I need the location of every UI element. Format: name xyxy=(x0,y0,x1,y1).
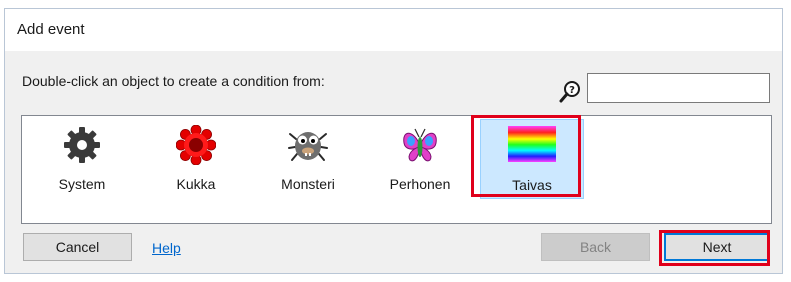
object-list: System Kukka Monsteri Perhonen Taivas xyxy=(21,115,772,224)
cancel-button[interactable]: Cancel xyxy=(23,233,132,261)
flower-icon xyxy=(176,125,216,165)
monster-icon xyxy=(288,132,328,161)
object-label: Perhonen xyxy=(389,176,451,192)
back-button[interactable]: Back xyxy=(541,233,650,261)
object-taivas[interactable]: Taivas xyxy=(480,119,584,199)
instruction-text: Double-click an object to create a condi… xyxy=(22,73,325,89)
next-button[interactable]: Next xyxy=(664,233,770,261)
object-label: Monsteri xyxy=(281,176,335,192)
object-kukka[interactable]: Kukka xyxy=(144,119,248,199)
object-label: Kukka xyxy=(176,176,216,192)
sky-gradient-icon xyxy=(508,126,556,162)
object-monsteri[interactable]: Monsteri xyxy=(256,119,360,199)
butterfly-icon xyxy=(403,128,437,162)
svg-text:?: ? xyxy=(569,85,575,96)
object-label: System xyxy=(58,176,106,192)
search-help-icon[interactable]: ? xyxy=(558,80,582,104)
object-label: Taivas xyxy=(512,177,552,193)
add-event-dialog: Add event Double-click an object to crea… xyxy=(4,8,783,274)
gear-icon xyxy=(64,127,100,163)
help-link[interactable]: Help xyxy=(152,240,181,256)
dialog-title: Add event xyxy=(17,21,85,38)
object-system[interactable]: System xyxy=(30,119,134,199)
title-bar: Add event xyxy=(5,9,782,51)
object-perhonen[interactable]: Perhonen xyxy=(368,119,472,199)
search-input[interactable] xyxy=(587,73,770,103)
